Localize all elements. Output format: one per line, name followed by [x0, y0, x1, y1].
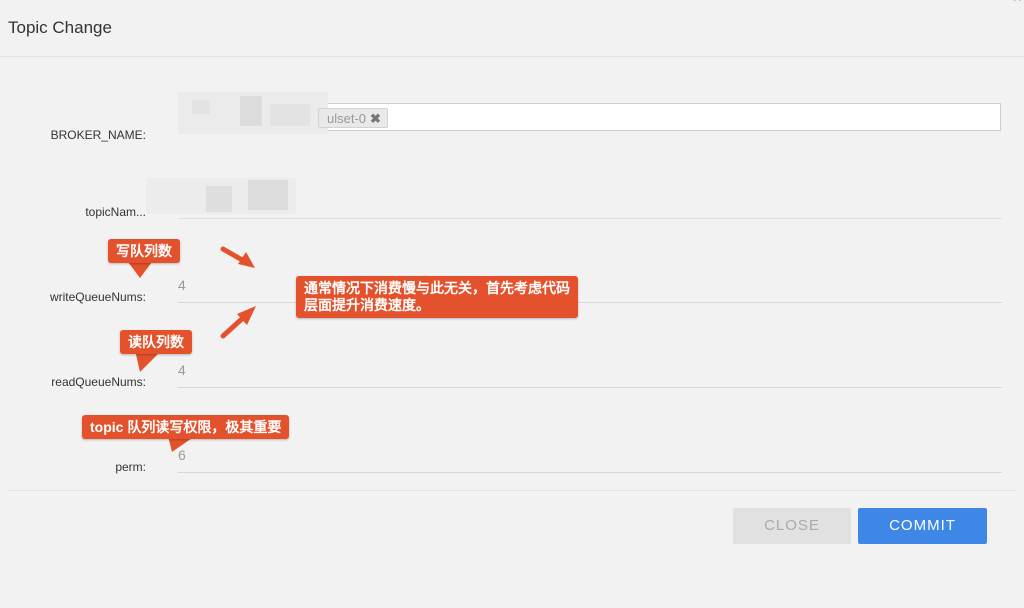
- annotation-write-queue: 写队列数: [108, 239, 180, 263]
- arrow-line: [220, 246, 247, 264]
- annotation-main-note-line2: 层面提升消费速度。: [304, 297, 430, 313]
- annotation-read-queue: 读队列数: [120, 330, 192, 354]
- annotation-perm: topic 队列读写权限，极其重要: [82, 415, 290, 439]
- callout-pointer: [128, 262, 152, 278]
- arrow-line: [220, 314, 247, 339]
- annotation-main-note-line1: 通常情况下消费慢与此无关，首先考虑代码: [304, 280, 570, 296]
- annotation-main-note: 通常情况下消费慢与此无关，首先考虑代码 层面提升消费速度。: [296, 276, 578, 318]
- topic-change-dialog: Topic Change ⌃ BROKER_NAME: ulset-0 ✖ top…: [0, 0, 1024, 608]
